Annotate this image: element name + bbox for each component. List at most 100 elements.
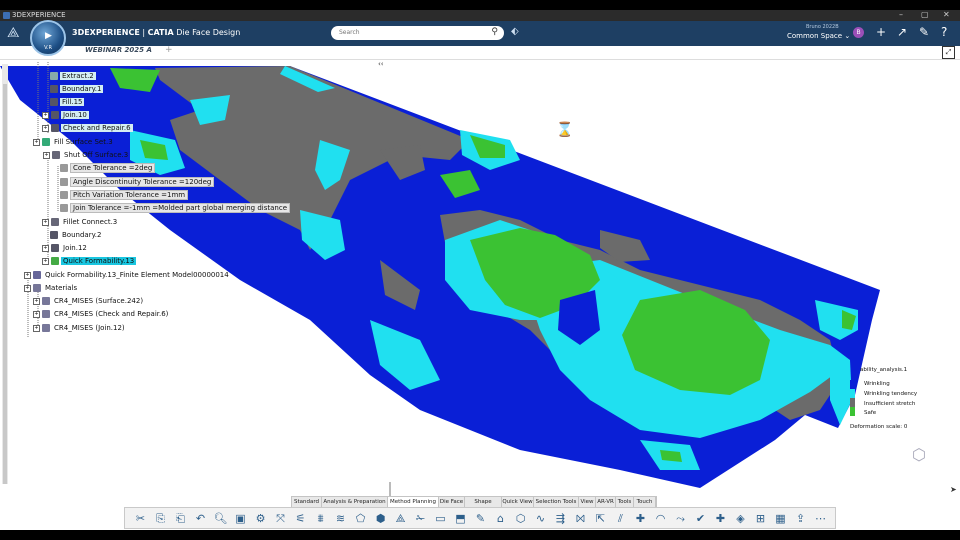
- action-tab[interactable]: Shape Design: [465, 497, 502, 515]
- heal-icon[interactable]: ✚: [633, 511, 648, 526]
- expand-toggle-icon[interactable]: +: [24, 271, 31, 279]
- action-tab[interactable]: View: [579, 497, 596, 507]
- fillet-icon[interactable]: ◠: [653, 511, 668, 526]
- addendum-icon[interactable]: ⌂: [493, 511, 508, 526]
- tag-icon[interactable]: ⬖: [511, 26, 519, 37]
- expand-toggle-icon[interactable]: +: [42, 244, 49, 252]
- fill-icon[interactable]: ⬢: [373, 511, 388, 526]
- compass-icon[interactable]: ▶ V.R: [30, 20, 66, 56]
- split-icon[interactable]: ⫽: [613, 511, 628, 526]
- analysis-icon[interactable]: ◈: [733, 511, 748, 526]
- help-icon[interactable]: ?: [941, 25, 947, 39]
- tree-node[interactable]: Cone Tolerance =2deg: [60, 163, 156, 173]
- expand-toggle-icon[interactable]: +: [43, 151, 50, 159]
- add-tab-button[interactable]: +: [165, 45, 173, 55]
- app-icon: [3, 12, 10, 19]
- action-tab[interactable]: Selection Tools: [534, 497, 579, 507]
- tree-node[interactable]: + Join.12: [42, 244, 89, 252]
- add-icon[interactable]: +: [876, 25, 886, 39]
- tree-node[interactable]: + Join.10: [42, 111, 89, 119]
- offset-icon[interactable]: ⇶: [553, 511, 568, 526]
- zoom-icon[interactable]: 🔍︎: [213, 511, 228, 526]
- expand-toggle-icon[interactable]: +: [33, 297, 40, 305]
- tree-node[interactable]: + Quick Formability.13: [42, 257, 137, 265]
- expand-toggle-icon[interactable]: +: [42, 111, 49, 119]
- mesh-icon[interactable]: ⊞: [753, 511, 768, 526]
- action-tab[interactable]: Method Planning: [388, 497, 439, 507]
- tree-node[interactable]: Angle Discontinuity Tolerance =120deg: [60, 177, 215, 187]
- expand-toggle-icon[interactable]: +: [33, 324, 40, 332]
- formability-icon[interactable]: ⬡: [513, 511, 528, 526]
- collab-space-selector[interactable]: Common Space ⌄: [787, 32, 850, 40]
- section-icon[interactable]: ⚟: [293, 511, 308, 526]
- unfold-icon[interactable]: ⬒: [453, 511, 468, 526]
- expand-toggle-icon[interactable]: +: [33, 310, 40, 318]
- tree-node[interactable]: + Fillet Connect.3: [42, 218, 119, 226]
- expand-toggle-icon[interactable]: +: [42, 257, 49, 265]
- tree-node-label: Check and Repair.6: [61, 124, 133, 132]
- action-tab[interactable]: Touch: [634, 497, 656, 507]
- action-tab[interactable]: Standard: [292, 497, 322, 507]
- undo-icon[interactable]: ↶: [193, 511, 208, 526]
- tab-webinar[interactable]: WEBINAR 2025 A: [85, 46, 152, 54]
- more-icon[interactable]: ⋯: [813, 511, 828, 526]
- expand-toggle-icon[interactable]: +: [33, 138, 40, 146]
- minimize-button[interactable]: –: [899, 10, 903, 19]
- tree-node[interactable]: + Check and Repair.6: [42, 124, 133, 132]
- curve-icon[interactable]: ∿: [533, 511, 548, 526]
- measure-icon[interactable]: ⤧: [273, 511, 288, 526]
- tree-node[interactable]: + Quick Formability.13_Finite Element Mod…: [24, 271, 231, 279]
- expand-toggle-icon[interactable]: +: [42, 124, 49, 132]
- extract-icon[interactable]: ⇱: [593, 511, 608, 526]
- avatar[interactable]: B: [853, 27, 864, 38]
- close-button[interactable]: ✕: [943, 10, 950, 19]
- surface-icon[interactable]: ≋: [333, 511, 348, 526]
- flange-icon[interactable]: ⟁: [393, 511, 408, 526]
- die-icon[interactable]: ⩩: [313, 511, 328, 526]
- action-tab[interactable]: Die Face: [439, 497, 465, 507]
- tree-node[interactable]: + CR4_MISES (Surface.242): [33, 297, 145, 305]
- action-tab[interactable]: Tools: [616, 497, 634, 507]
- ds-logo-icon[interactable]: ⟁: [7, 25, 20, 41]
- cut-icon[interactable]: ✂: [133, 511, 148, 526]
- search-icon[interactable]: ⚲: [491, 27, 498, 37]
- tree-node[interactable]: + Shut Off Surface.3: [43, 151, 130, 159]
- paste-icon[interactable]: ⎗: [173, 511, 188, 526]
- tree-node[interactable]: + CR4_MISES (Join.12): [33, 324, 127, 332]
- tree-node[interactable]: Boundary.2: [50, 231, 103, 239]
- settings-icon[interactable]: ⚙: [253, 511, 268, 526]
- tree-node[interactable]: Join Tolerance =-1mm =Molded part global…: [60, 203, 291, 213]
- tree-node[interactable]: Boundary.1: [50, 85, 104, 93]
- blank-icon[interactable]: ▭: [433, 511, 448, 526]
- expand-toggle-icon[interactable]: +: [24, 284, 31, 292]
- connect-icon[interactable]: ⤳: [673, 511, 688, 526]
- result-icon[interactable]: ▦: [773, 511, 788, 526]
- trim-icon[interactable]: ✁: [413, 511, 428, 526]
- search-input[interactable]: [339, 29, 479, 36]
- expand-toggle-icon[interactable]: +: [42, 218, 49, 226]
- draw-icon[interactable]: ✎: [473, 511, 488, 526]
- share-icon[interactable]: ↗: [897, 25, 907, 39]
- tree-node[interactable]: Extract.2: [50, 72, 96, 80]
- copy-icon[interactable]: ⎘: [153, 511, 168, 526]
- action-tab[interactable]: AR-VR: [596, 497, 616, 507]
- tree-node[interactable]: + Materials: [24, 284, 79, 292]
- action-tab[interactable]: Analysis & Preparation: [322, 497, 388, 507]
- tree-node[interactable]: Fill.15: [50, 98, 85, 106]
- view-compass-icon[interactable]: ⬡: [912, 445, 926, 464]
- tools-icon[interactable]: ✎: [919, 25, 929, 39]
- check-icon[interactable]: ✔: [693, 511, 708, 526]
- export-icon[interactable]: ⇪: [793, 511, 808, 526]
- action-tab[interactable]: Quick View: [502, 497, 534, 507]
- join-icon[interactable]: ⨝: [573, 511, 588, 526]
- expand-icon[interactable]: ⤢: [942, 46, 955, 59]
- view-icon[interactable]: ▣: [233, 511, 248, 526]
- tree-node[interactable]: Pitch Variation Tolerance =1mm: [60, 190, 189, 200]
- tree-node[interactable]: + CR4_MISES (Check and Repair.6): [33, 310, 170, 318]
- boundary-icon[interactable]: ⬠: [353, 511, 368, 526]
- panel-splitter[interactable]: [389, 482, 391, 496]
- search-box[interactable]: ⚲: [331, 26, 504, 40]
- maximize-button[interactable]: ▢: [921, 10, 929, 19]
- tree-node[interactable]: + Fill Surface Set.3: [33, 138, 115, 146]
- repair-icon[interactable]: ✚: [713, 511, 728, 526]
